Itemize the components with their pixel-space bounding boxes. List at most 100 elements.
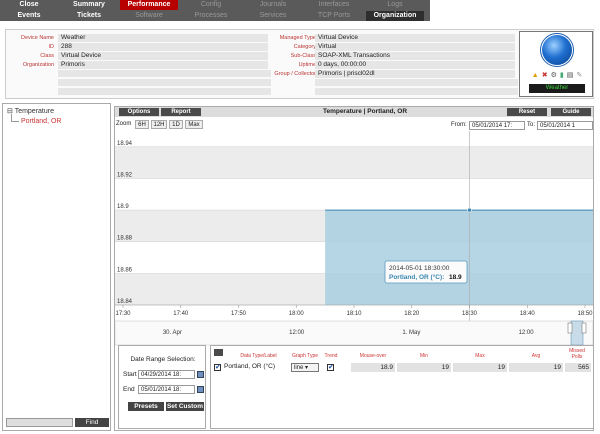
avg-value: 19 (509, 363, 563, 372)
category-label: Category (293, 44, 316, 50)
series-area (325, 210, 593, 305)
tab-journals[interactable]: Journals (244, 0, 302, 10)
chart-band (115, 146, 593, 179)
group-collector-value: Primoris | priscl02dl (315, 70, 515, 78)
tab-events[interactable]: Events (0, 11, 58, 21)
tab-tcp-ports[interactable]: TCP Ports (305, 11, 363, 21)
device-empty-row (315, 88, 518, 95)
x-tick-label: 18:00 (289, 311, 305, 317)
navigator-window (570, 320, 584, 346)
device-name-value: Weather (58, 34, 268, 42)
min-value: 19 (397, 363, 451, 372)
device-info-panel: Device Name Weather ID 288 Class Virtual… (5, 29, 594, 99)
sub-class-value: SOAP-XML Transactions (315, 52, 515, 60)
header-min: Min (419, 353, 429, 359)
collapse-icon[interactable] (214, 349, 223, 356)
printer-icon[interactable]: ▤ (567, 71, 574, 80)
to-label: To: (527, 122, 536, 128)
tab-config[interactable]: Config (182, 0, 240, 10)
chart-title: Temperature | Portland, OR (322, 108, 408, 115)
tab-processes[interactable]: Processes (182, 11, 240, 21)
series-visible-checkbox[interactable] (214, 363, 221, 371)
tooltip-value: 18.9 (449, 274, 462, 281)
device-empty-row (58, 70, 271, 77)
tab-performance[interactable]: Performance (120, 0, 178, 10)
header-max: Max (475, 353, 485, 359)
reset-button[interactable]: Reset (507, 108, 547, 116)
warning-icon[interactable]: ▲ (532, 71, 539, 80)
report-button[interactable]: Report (161, 108, 201, 116)
header-trend: Trend (324, 353, 338, 359)
sub-class-label: Sub-Class (290, 53, 316, 59)
device-name-badge: Weather (529, 84, 585, 93)
x-tick-label: 18:30 (462, 311, 478, 317)
trend-checkbox[interactable] (327, 363, 334, 371)
mouse-over-value: 18.9 (351, 363, 395, 372)
tree-root-label: Temperature (14, 108, 54, 115)
calendar-icon[interactable] (197, 386, 204, 393)
max-value: 19 (453, 363, 507, 372)
graph-type-value: line (294, 365, 304, 371)
header-mouse-over: Mouse-over (359, 353, 387, 359)
chart-toolbar: Options Report Temperature | Portland, O… (115, 107, 593, 117)
device-icon-box[interactable]: ▲ ✖ ⚙ ▮ ▤ ✎ Weather (519, 31, 593, 97)
options-button[interactable]: Options (119, 108, 159, 116)
date-range-panel: Date Range Selection: Start 04/29/2014 1… (118, 345, 206, 429)
globe-icon (542, 35, 572, 65)
zoom-1d-button[interactable]: 1D (169, 120, 183, 129)
temperature-chart[interactable]: 18.94 18.92 18.9 18.88 18.86 18.84 2014-05-01 … (115, 131, 593, 347)
presets-button[interactable]: Presets (128, 402, 164, 411)
tab-services[interactable]: Services (244, 11, 302, 21)
tab-interfaces[interactable]: Interfaces (305, 0, 363, 10)
start-label: Start (123, 371, 137, 378)
tools-icon[interactable]: ✖ (542, 71, 548, 80)
zoom-12h-button[interactable]: 12H (151, 120, 167, 129)
find-button[interactable]: Find (75, 418, 109, 427)
device-organization-value: Primoris (58, 61, 268, 69)
from-label: From: (451, 122, 467, 128)
managed-type-label: Managed Type (279, 35, 316, 41)
y-tick-label: 18.88 (117, 236, 133, 242)
settings-icon[interactable]: ⚙ (551, 71, 557, 80)
end-label: End (123, 386, 135, 393)
group-collector-label: Group / Collector (274, 71, 316, 77)
device-class-label: Class (40, 53, 54, 59)
top-nav: Close Summary Performance Config Journal… (0, 0, 430, 21)
tab-tickets[interactable]: Tickets (60, 11, 118, 21)
to-date-input[interactable]: 05/01/2014 1 (537, 121, 593, 130)
zoom-6h-button[interactable]: 6H (135, 120, 149, 129)
chart-icon[interactable]: ▮ (560, 71, 564, 80)
find-input[interactable] (6, 418, 73, 427)
tab-summary[interactable]: Summary (60, 0, 118, 10)
managed-type-value: Virtual Device (315, 34, 515, 42)
series-grid: Data Type/Label Graph Type Trend Mouse-o… (210, 345, 594, 429)
graph-type-select[interactable]: line ▾ (291, 363, 319, 372)
navigator-label: 1. May (402, 330, 420, 336)
device-id-value: 288 (58, 43, 268, 51)
x-tick-label: 18:20 (404, 311, 420, 317)
set-custom-button[interactable]: Set Custom (166, 402, 204, 411)
zoom-label: Zoom (116, 121, 132, 127)
device-empty-row (58, 79, 271, 86)
tab-software[interactable]: Software (120, 11, 178, 21)
guide-button[interactable]: Guide (551, 108, 591, 116)
zoom-max-button[interactable]: Max (185, 120, 203, 129)
y-tick-label: 18.86 (117, 267, 133, 273)
metric-tree: ⊟ Temperature Portland, OR Find (2, 103, 111, 431)
device-organization-label: Organization (22, 62, 54, 68)
tab-close[interactable]: Close (0, 0, 58, 10)
end-date-input[interactable]: 05/01/2014 18: (138, 385, 195, 394)
tree-item-portland[interactable]: Portland, OR (21, 118, 61, 125)
tab-organization[interactable]: Organization (366, 11, 424, 21)
header-data-type: Data Type/Label (240, 353, 277, 359)
wrench-icon[interactable]: ✎ (576, 71, 582, 80)
header-avg: Avg (531, 353, 541, 359)
x-tick-label: 17:30 (115, 311, 131, 317)
header-graph-type: Graph Type (291, 353, 319, 359)
y-tick-label: 18.92 (117, 172, 133, 178)
device-status-icons: ▲ ✖ ⚙ ▮ ▤ ✎ (528, 71, 586, 80)
start-date-input[interactable]: 04/29/2014 18: (138, 370, 195, 379)
from-date-input[interactable]: 05/01/2014 17: (469, 121, 525, 130)
tab-logs[interactable]: Logs (366, 0, 424, 10)
calendar-icon[interactable] (197, 371, 204, 378)
